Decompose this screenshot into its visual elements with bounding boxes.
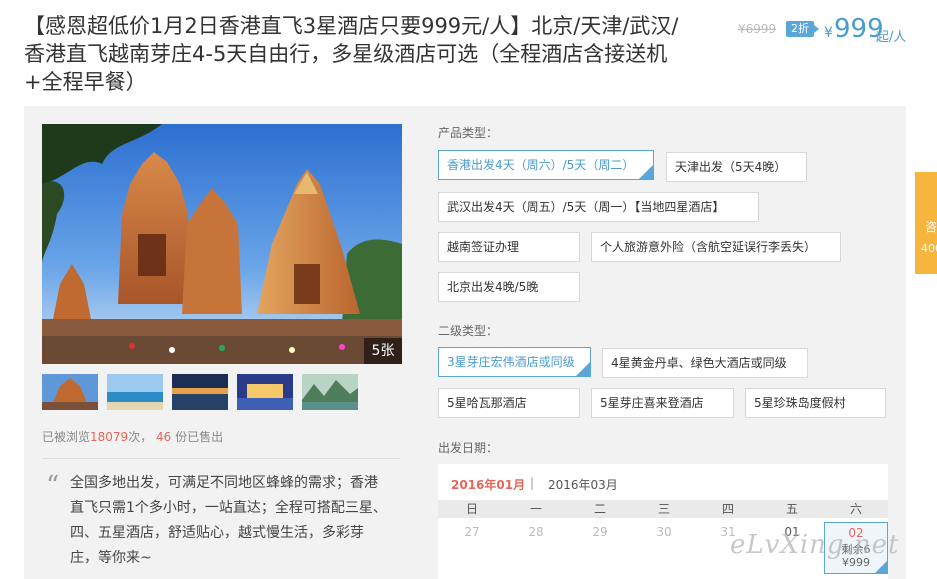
product-type-label: 产品类型：	[438, 126, 499, 140]
sub-type-option-4star[interactable]: 4星黄金丹卓、绿色大酒店或同级	[602, 348, 808, 378]
weekday-fri: 五	[785, 502, 798, 516]
calendar-day: 29	[592, 525, 608, 539]
sub-type-option-sheraton[interactable]: 5星芽庄喜来登酒店	[591, 388, 734, 418]
sub-type-option-pearl-island[interactable]: 5星珍珠岛度假村	[745, 388, 886, 418]
month-tab-jan[interactable]: 2016年01月	[451, 476, 525, 493]
thumbnail-resort-night[interactable]	[237, 374, 293, 410]
price-box: ¥6999 2折 ¥ 999 起/人	[738, 14, 937, 45]
original-price: ¥6999	[738, 22, 777, 36]
product-type-option-hongkong[interactable]: 香港出发4天（周六）/5天（周二）	[438, 150, 654, 180]
view-sold-stats: 已被浏览18079次， 46 份已售出	[42, 428, 223, 445]
thumbnail-bay[interactable]	[302, 374, 358, 410]
description-block: “ 全国多地出发，可满足不同地区蜂蜂的需求；香港直飞只需1个多小时，一站直达；全…	[42, 458, 400, 566]
consult-tab-text: 咨	[925, 220, 937, 234]
product-type-option-insurance[interactable]: 个人旅游意外险（含航空延误行李丢失）	[591, 232, 841, 262]
calendar-day: 28	[528, 525, 544, 539]
calendar-day: 27	[464, 525, 480, 539]
consult-side-tab[interactable]: 咨 400	[915, 172, 937, 274]
main-photo[interactable]: 5张	[42, 124, 402, 364]
product-type-option-wuhan[interactable]: 武汉出发4天（周五）/5天（周一）【当地四星酒店】	[438, 192, 759, 222]
weekday-header: 日 一 二 三 四 五 六	[438, 500, 888, 518]
sub-type-option-havana[interactable]: 5星哈瓦那酒店	[438, 388, 580, 418]
price-unit: 起/人	[876, 30, 907, 45]
thumbnail-sunset[interactable]	[172, 374, 228, 410]
departure-calendar: 2016年01月 | 2016年03月 日 一 二 三 四 五 六 27 28 …	[438, 464, 888, 579]
price-currency: ¥	[824, 25, 833, 41]
view-count: 18079	[90, 430, 129, 444]
consult-tab-phone: 400	[921, 242, 937, 255]
product-type-option-visa[interactable]: 越南签证办理	[438, 232, 580, 262]
sold-count: 46	[156, 430, 172, 444]
month-separator: |	[530, 476, 535, 490]
product-title: 【感恩超低价1月2日香港直飞3星酒店只要999元/人】北京/天津/武汉/香港直飞…	[24, 14, 679, 94]
sub-type-label: 二级类型：	[438, 324, 499, 338]
sub-type-option-3star[interactable]: 3星芽庄宏伟酒店或同级	[438, 347, 591, 377]
watermark: eLvXing.net	[730, 530, 900, 560]
thumbnail-beach[interactable]	[107, 374, 163, 410]
temple-photo	[42, 124, 402, 364]
weekday-sun: 日	[465, 502, 478, 516]
thumbnail-temple[interactable]	[42, 374, 98, 410]
weekday-wed: 三	[657, 502, 670, 516]
weekday-thu: 四	[721, 502, 734, 516]
discount-badge: 2折	[786, 21, 819, 37]
weekday-sat: 六	[849, 502, 862, 516]
quote-icon: “	[46, 471, 60, 501]
product-type-option-tianjin[interactable]: 天津出发（5天4晚）	[666, 152, 807, 182]
views-mid: 次，	[128, 430, 153, 444]
weekday-mon: 一	[529, 502, 542, 516]
views-prefix: 已被浏览	[42, 430, 91, 444]
departure-date-label: 出发日期：	[438, 441, 499, 455]
description-text: 全国多地出发，可满足不同地区蜂蜂的需求；香港直飞只需1个多小时，一站直达；全程可…	[70, 475, 387, 566]
sold-suffix: 份已售出	[175, 430, 224, 444]
photo-count-badge[interactable]: 5张	[364, 338, 402, 364]
product-type-option-beijing[interactable]: 北京出发4晚/5晚	[438, 272, 580, 302]
month-tab-mar[interactable]: 2016年03月	[548, 476, 618, 493]
product-panel: 5张 已被浏览18079次， 46 份已售出 “ 全国多地出发，可满足不同地区蜂…	[24, 106, 906, 579]
calendar-day: 30	[656, 525, 672, 539]
weekday-tue: 二	[593, 502, 606, 516]
